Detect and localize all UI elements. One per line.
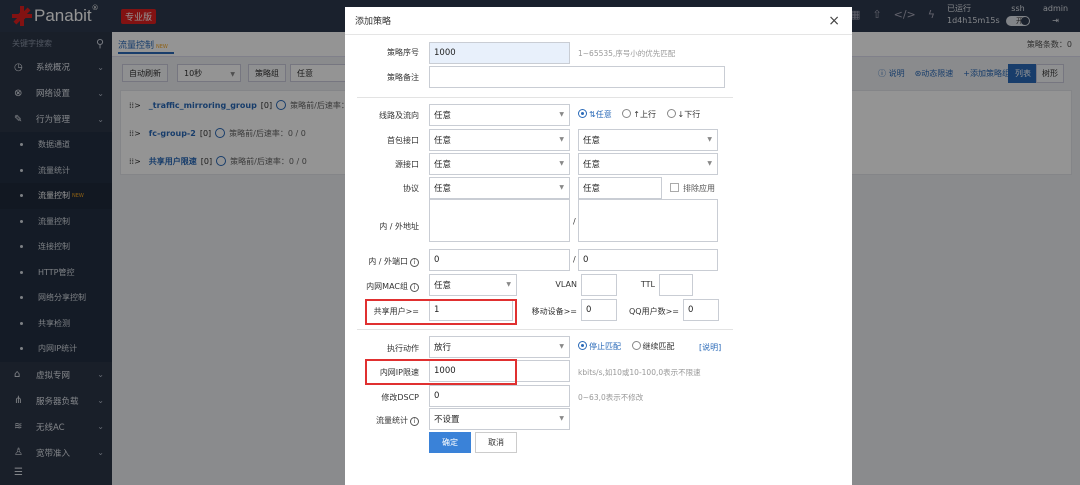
divider [357, 329, 733, 330]
continue-match-radio[interactable]: 继续匹配 [631, 341, 675, 351]
dscp-hint: 0~63,0表示不修改 [578, 393, 644, 402]
proto-select-a[interactable]: 任意 [429, 177, 570, 199]
add-policy-dialog: 添加策略 × 策略序号 1000 1~65535,序号小的优先匹配 策略备注 线… [345, 7, 852, 485]
addr-in-textarea[interactable] [429, 199, 570, 242]
qq-users-input[interactable]: 0 [683, 299, 719, 321]
action-select[interactable]: 放行 [429, 336, 570, 358]
action-label: 执行动作 [387, 344, 419, 353]
vlan-label: VLAN [555, 280, 577, 289]
exclude-app-checkbox[interactable]: 排除应用 [670, 183, 715, 194]
match-radios: 停止匹配 继续匹配 [578, 341, 675, 352]
remark-input[interactable] [429, 66, 725, 88]
proto-input-b[interactable]: 任意 [578, 177, 662, 199]
policy-no-label: 策略序号 [387, 48, 419, 57]
ttl-label: TTL [640, 280, 655, 289]
remark-label: 策略备注 [387, 73, 419, 82]
src-if-label: 源接口 [395, 160, 419, 169]
action-help-link[interactable]: [说明] [699, 342, 721, 353]
close-icon[interactable]: × [828, 13, 840, 29]
first-if-label: 首包接口 [387, 136, 419, 145]
stats-select[interactable]: 不设置 [429, 408, 570, 430]
line-dir-label: 线路及流向 [379, 111, 419, 120]
ttl-input[interactable] [659, 274, 693, 296]
dscp-input[interactable]: 0 [429, 385, 570, 407]
src-if-select-b[interactable]: 任意 [578, 153, 718, 175]
port-separator: / [573, 255, 576, 264]
dir-down-radio[interactable]: ↓下行 [666, 109, 700, 119]
ok-button[interactable]: 确定 [429, 432, 471, 453]
port-label: 内 / 外端口 i [359, 256, 419, 267]
policy-no-hint: 1~65535,序号小的优先匹配 [578, 49, 676, 58]
stats-label: 流量统计 i [359, 415, 419, 426]
mac-group-label: 内网MAC组 i [359, 281, 419, 292]
qq-users-label: QQ用户数>= [629, 307, 679, 316]
vlan-input[interactable] [581, 274, 617, 296]
direction-radios: ⇅任意 ↑上行 ↓下行 [578, 109, 700, 120]
first-if-select-a[interactable]: 任意 [429, 129, 570, 151]
first-if-select-b[interactable]: 任意 [578, 129, 718, 151]
dir-any-radio[interactable]: ⇅任意 [578, 109, 612, 119]
addr-label: 内 / 外地址 [379, 222, 419, 231]
mobile-dev-input[interactable]: 0 [581, 299, 617, 321]
line-select[interactable]: 任意 [429, 104, 570, 126]
addr-out-textarea[interactable] [578, 199, 718, 242]
mobile-dev-label: 移动设备>= [531, 307, 577, 316]
highlight-box [365, 299, 517, 325]
addr-separator: / [573, 217, 576, 226]
port-out-input[interactable]: 0 [578, 249, 718, 271]
ip-limit-hint: kbits/s,如10或10-100,0表示不限速 [578, 368, 701, 377]
proto-label: 协议 [403, 184, 419, 193]
info-icon[interactable]: i [410, 417, 419, 426]
dialog-title: 添加策略 [355, 17, 392, 27]
highlight-box [365, 359, 517, 385]
src-if-select-a[interactable]: 任意 [429, 153, 570, 175]
info-icon[interactable]: i [410, 258, 419, 267]
dir-up-radio[interactable]: ↑上行 [622, 109, 656, 119]
policy-no-input[interactable]: 1000 [429, 42, 570, 64]
mac-group-select[interactable]: 任意 [429, 274, 517, 296]
port-in-input[interactable]: 0 [429, 249, 570, 271]
info-icon[interactable]: i [410, 283, 419, 292]
dialog-header: 添加策略 × [345, 7, 852, 35]
divider [357, 97, 733, 98]
cancel-button[interactable]: 取消 [475, 432, 517, 453]
dscp-label: 修改DSCP [381, 393, 419, 402]
stop-match-radio[interactable]: 停止匹配 [578, 341, 621, 351]
